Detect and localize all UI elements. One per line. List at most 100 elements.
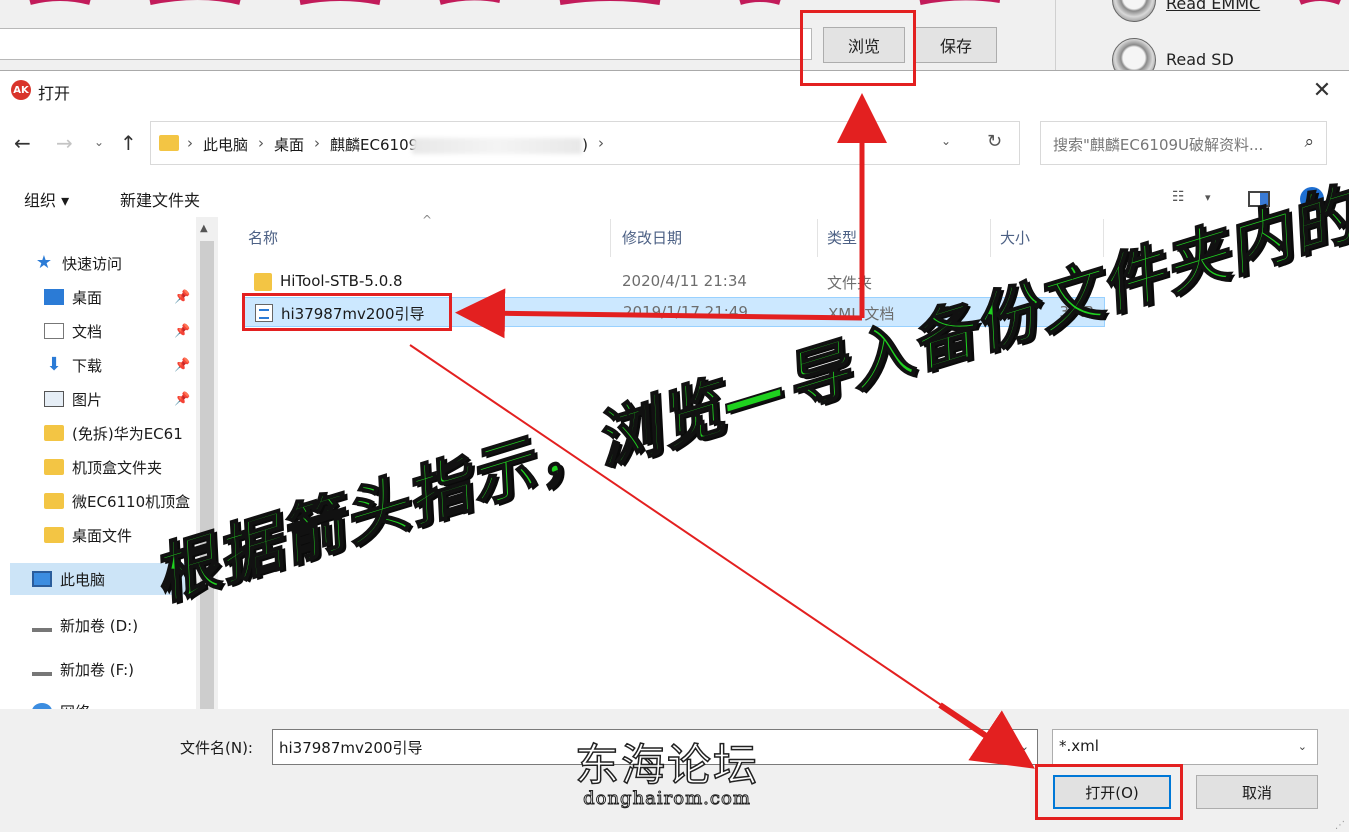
folder-icon bbox=[44, 527, 64, 543]
drive-icon bbox=[32, 668, 52, 676]
save-button[interactable]: 保存 bbox=[915, 27, 997, 63]
star-icon: ★ bbox=[35, 252, 53, 273]
breadcrumb-item-current-folder[interactable]: 麒麟EC6109) bbox=[330, 134, 588, 155]
read-emmc-radio[interactable] bbox=[1112, 0, 1156, 22]
column-header-type[interactable]: 类型 bbox=[827, 227, 857, 253]
app-logo-icon: AK bbox=[11, 80, 31, 100]
sidebar-item-this-pc[interactable]: 此电脑 bbox=[10, 563, 196, 595]
file-name: hi37987mv200引导 bbox=[281, 305, 425, 323]
sidebar-item-downloads[interactable]: ⬇ 下载 📌 bbox=[0, 349, 196, 381]
address-dropdown-icon[interactable]: ⌄ bbox=[941, 134, 951, 148]
file-date: 2020/4/11 21:34 bbox=[622, 272, 747, 290]
xml-document-icon bbox=[255, 304, 273, 322]
column-header-date[interactable]: 修改日期 bbox=[622, 227, 682, 253]
breadcrumb: › 此电脑 › 桌面 › 麒麟EC6109) › bbox=[187, 134, 604, 155]
column-divider[interactable] bbox=[817, 219, 818, 257]
sidebar-item-label: 快速访问 bbox=[62, 254, 123, 273]
breadcrumb-tail: ) bbox=[582, 136, 589, 154]
view-dropdown-icon[interactable]: ▾ bbox=[1205, 191, 1211, 204]
recent-locations-chevron-icon[interactable]: ⌄ bbox=[94, 135, 104, 149]
close-button[interactable]: ✕ bbox=[1309, 77, 1335, 103]
column-divider[interactable] bbox=[610, 219, 611, 257]
read-emmc-label[interactable]: Read EMMC bbox=[1166, 0, 1260, 13]
background-app: 浏览 保存 Read EMMC Read SD bbox=[0, 0, 1349, 82]
sidebar-item-label: 桌面 bbox=[72, 288, 103, 307]
read-sd-label[interactable]: Read SD bbox=[1166, 50, 1234, 69]
forward-arrow-icon[interactable]: → bbox=[56, 131, 73, 155]
scroll-up-icon[interactable]: ▲ bbox=[200, 223, 208, 234]
search-input[interactable]: 搜索"麒麟EC6109U破解资料... ⌕ bbox=[1040, 121, 1327, 165]
folder-icon bbox=[159, 135, 179, 151]
background-divider bbox=[1055, 0, 1085, 70]
address-bar[interactable]: › 此电脑 › 桌面 › 麒麟EC6109) › ⌄ ↻ bbox=[150, 121, 1020, 165]
pin-icon: 📌 bbox=[174, 391, 191, 407]
chevron-down-icon[interactable]: ⌄ bbox=[1298, 740, 1307, 753]
sidebar-item-desktop[interactable]: 桌面 📌 bbox=[0, 281, 196, 313]
column-divider[interactable] bbox=[1103, 219, 1104, 257]
column-header-name[interactable]: 名称 bbox=[248, 227, 278, 253]
preview-pane-icon[interactable] bbox=[1248, 191, 1270, 207]
open-file-dialog: AK 打开 ✕ ← → ⌄ ↑ › 此电脑 › 桌面 › 麒麟EC6109) ›… bbox=[0, 70, 1349, 832]
resize-grip-icon[interactable]: ⋰ bbox=[1335, 820, 1345, 831]
sidebar-item-drive-d[interactable]: 新加卷 (D:) bbox=[0, 609, 196, 641]
background-path-field[interactable] bbox=[0, 28, 812, 60]
column-header-size[interactable]: 大小 bbox=[1000, 227, 1030, 253]
filename-value: hi37987mv200引导 bbox=[279, 739, 423, 757]
breadcrumb-separator: › bbox=[258, 134, 265, 152]
sidebar-item-desktop-files[interactable]: 桌面文件 bbox=[0, 519, 196, 551]
file-type: 文件夹 bbox=[827, 274, 873, 292]
sidebar-item-label: 图片 bbox=[72, 390, 103, 409]
picture-icon bbox=[44, 391, 64, 407]
help-icon[interactable]: ? bbox=[1300, 187, 1324, 211]
file-date: 2019/1/17 21:49 bbox=[623, 303, 748, 321]
up-arrow-icon[interactable]: ↑ bbox=[120, 131, 137, 155]
new-folder-button[interactable]: 新建文件夹 bbox=[120, 187, 200, 211]
breadcrumb-item-desktop[interactable]: 桌面 bbox=[274, 134, 304, 155]
file-size: 3 KB bbox=[1059, 303, 1094, 321]
sidebar-item-label: 新加卷 (F:) bbox=[60, 660, 134, 679]
breadcrumb-current-label: 麒麟EC6109 bbox=[330, 136, 419, 154]
search-icon[interactable]: ⌕ bbox=[1304, 132, 1314, 152]
computer-icon bbox=[32, 571, 52, 587]
organize-menu[interactable]: 组织 ▾ bbox=[24, 187, 69, 211]
file-type-filter-select[interactable]: *.xml ⌄ bbox=[1052, 729, 1318, 765]
file-row-xml-selected[interactable]: hi37987mv200引导 2019/1/17 21:49 XML 文档 3 … bbox=[242, 297, 1105, 327]
dialog-titlebar: AK 打开 ✕ bbox=[0, 71, 1349, 109]
folder-icon bbox=[44, 425, 64, 441]
sidebar-item-label: 桌面文件 bbox=[72, 526, 133, 545]
breadcrumb-separator: › bbox=[598, 134, 605, 152]
folder-icon bbox=[44, 459, 64, 475]
sidebar-item-quick-access[interactable]: ★ 快速访问 bbox=[34, 247, 194, 279]
sidebar-item-documents[interactable]: 文档 📌 bbox=[0, 315, 196, 347]
refresh-icon[interactable]: ↻ bbox=[987, 131, 1002, 152]
navigation-pane: ★ 快速访问 桌面 📌 文档 📌 ⬇ 下载 📌 图片 📌 (免拆)华为EC61 bbox=[0, 217, 218, 737]
scrollbar-thumb[interactable] bbox=[200, 241, 214, 737]
view-options-icon[interactable]: ☷ bbox=[1172, 189, 1185, 205]
back-arrow-icon[interactable]: ← bbox=[14, 131, 31, 155]
dialog-footer: 文件名(N): hi37987mv200引导 ⌄ *.xml ⌄ 打开(O) 取… bbox=[0, 709, 1349, 832]
file-name: HiTool-STB-5.0.8 bbox=[280, 272, 403, 290]
chevron-down-icon[interactable]: ⌄ bbox=[1020, 740, 1029, 753]
sidebar-item-pictures[interactable]: 图片 📌 bbox=[0, 383, 196, 415]
open-button[interactable]: 打开(O) bbox=[1053, 775, 1171, 809]
navigation-scrollbar[interactable]: ▲ bbox=[196, 217, 218, 737]
breadcrumb-item-this-pc[interactable]: 此电脑 bbox=[203, 134, 248, 155]
sidebar-item-set-top-box-folder[interactable]: 机顶盒文件夹 bbox=[0, 451, 196, 483]
folder-icon bbox=[44, 493, 64, 509]
drive-icon bbox=[32, 624, 52, 632]
file-list: ^ 名称 修改日期 类型 大小 HiTool-STB-5.0.8 2020/4/… bbox=[232, 213, 1349, 737]
blurred-region bbox=[412, 137, 583, 154]
dialog-title: 打开 bbox=[38, 84, 71, 103]
filename-input[interactable]: hi37987mv200引导 ⌄ bbox=[272, 729, 1038, 765]
column-divider[interactable] bbox=[990, 219, 991, 257]
document-icon bbox=[44, 323, 64, 339]
sidebar-item-drive-f[interactable]: 新加卷 (F:) bbox=[0, 653, 196, 685]
filter-value: *.xml bbox=[1059, 737, 1099, 755]
browse-button[interactable]: 浏览 bbox=[823, 27, 905, 63]
sidebar-item-ec6110-folder[interactable]: 微EC6110机顶盒 bbox=[0, 485, 196, 517]
sidebar-item-folder-ec61[interactable]: (免拆)华为EC61 bbox=[0, 417, 196, 449]
file-row-hitool[interactable]: HiTool-STB-5.0.8 2020/4/11 21:34 文件夹 bbox=[242, 267, 1105, 297]
pin-icon: 📌 bbox=[174, 323, 191, 339]
cancel-button[interactable]: 取消 bbox=[1196, 775, 1318, 809]
sidebar-item-label: 微EC6110机顶盒 bbox=[72, 492, 191, 511]
